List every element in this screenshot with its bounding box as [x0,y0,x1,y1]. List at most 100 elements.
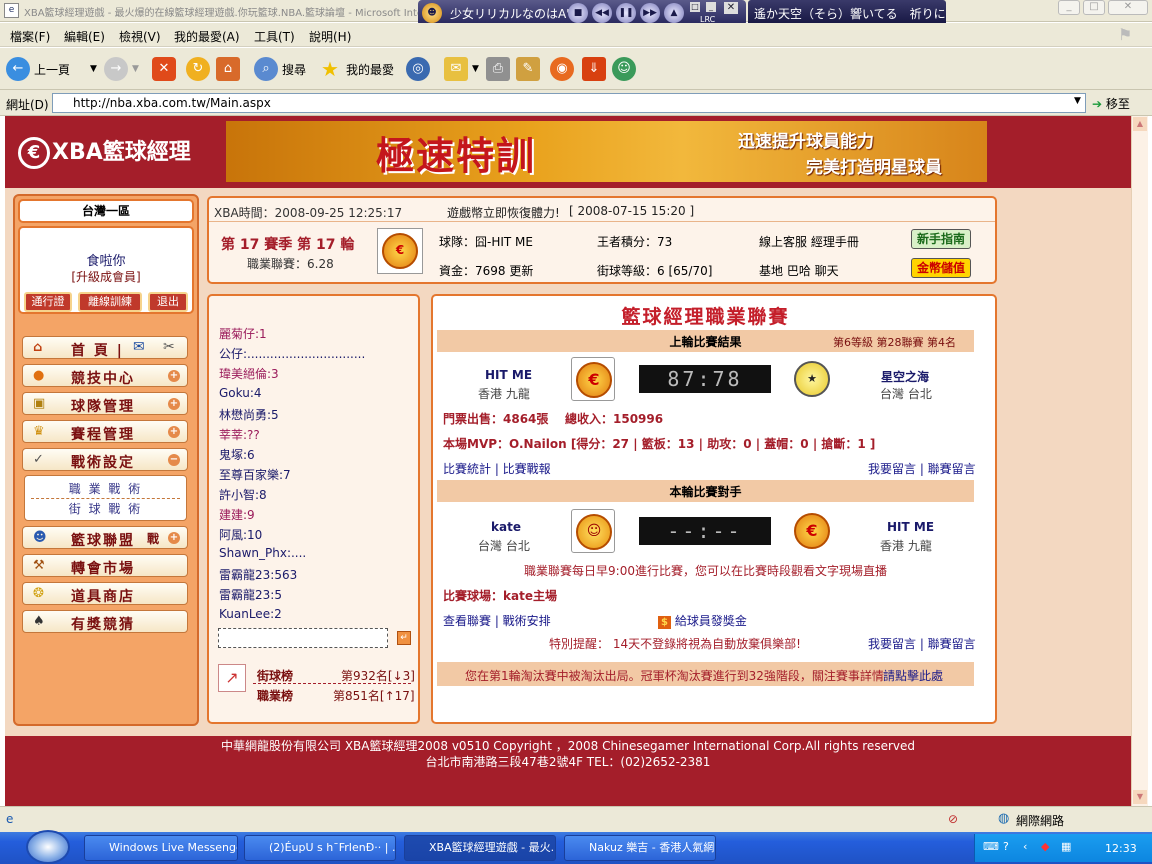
player-mini-button[interactable]: □ [690,2,700,12]
taskbar-item-xba[interactable]: XBA籃球經理遊戲 - 最火... [404,835,556,861]
nav-tactics-settings[interactable]: ✓ 戰術設定 − [22,448,188,471]
list-item[interactable]: KuanLee:2 [219,607,282,621]
list-item[interactable]: 瑋美絕倫:3 [219,365,279,382]
shell-button[interactable]: ◉ [550,56,578,82]
menu-tools[interactable]: 工具(T) [254,28,295,45]
menu-view[interactable]: 檢視(V) [119,28,161,45]
street-rank-label[interactable]: 街球榜 [257,667,293,684]
taskbar-item-chat[interactable]: (2)ÉupU s h¯FrIenÐ·· | ... [244,835,396,861]
player-minimize-button[interactable]: _ [706,2,716,12]
expand-icon[interactable]: + [168,398,180,410]
offline-training-button[interactable]: 離線訓練 [78,292,142,312]
clock[interactable]: 12:33 [1105,842,1137,855]
search-button[interactable]: ⌕ 搜尋 [254,56,306,82]
nav-prize-quiz[interactable]: ♠ 有獎競猜 [22,610,188,633]
service-links[interactable]: 線上客服 經理手冊 [759,233,859,250]
network-icon[interactable]: ▦ [1061,840,1071,853]
list-item[interactable]: Goku:4 [219,386,262,400]
maximize-button[interactable]: □ [1083,0,1105,15]
scroll-down-icon[interactable]: ▼ [1133,790,1147,804]
mail-icon[interactable]: ✉ [133,339,147,355]
team-name[interactable]: 球隊：囧-HIT ME [439,233,533,250]
list-item[interactable]: 至尊百家樂:7 [219,466,291,483]
go-button[interactable]: ➔ 移至 [1092,95,1130,112]
next-home-team-name[interactable]: kate [491,520,521,534]
antivirus-icon[interactable]: ◆ [1041,840,1049,853]
edit-button[interactable]: ✎ [516,56,544,82]
list-item[interactable]: Shawn_Phx:.... [219,546,306,560]
back-button[interactable]: ← 上一頁 ▼ [6,56,97,82]
print-button[interactable]: ⎙ [486,56,514,82]
nav-schedule-management[interactable]: ♛ 賽程管理 + [22,420,188,443]
menu-file[interactable]: 檔案(F) [10,28,50,45]
prev-icon[interactable]: ◀◀ [592,3,612,23]
forward-button[interactable]: → ▼ [104,56,139,82]
download-button[interactable]: ⇓ [582,56,610,82]
expand-icon[interactable]: + [168,426,180,438]
menu-favorites[interactable]: 我的最愛(A) [174,28,240,45]
funds[interactable]: 資金：7698 更新 [439,262,533,279]
stop-icon[interactable]: ■ [568,3,588,23]
nav-team-management[interactable]: ▣ 球隊管理 + [22,392,188,415]
passport-button[interactable]: 通行證 [24,292,72,312]
nav-item-shop[interactable]: ❂ 道具商店 [22,582,188,605]
vertical-scrollbar[interactable]: ▲ ▼ [1131,116,1148,806]
match-stats-links[interactable]: 比賽統計 | 比賽戰報 [443,460,551,477]
scroll-up-icon[interactable]: ▲ [1133,117,1147,131]
keyboard-icon[interactable]: ⌨ [983,840,999,853]
list-item[interactable]: 雷霸龍23:563 [219,566,297,583]
bonus-link[interactable]: $ 給球員發獎金 [658,612,747,629]
expand-icon[interactable]: + [168,370,180,382]
list-item[interactable]: 公仔:............................... [219,345,365,362]
next-away-team-name[interactable]: HIT ME [887,520,934,534]
popup-blocker-icon[interactable]: ⊘ [948,812,958,826]
nav-transfer-market[interactable]: ⚒ 轉會市場 [22,554,188,577]
upgrade-member-link[interactable]: [升級成會員] [20,268,192,285]
minimize-button[interactable]: _ [1058,0,1080,15]
close-button[interactable]: ✕ [1108,0,1148,15]
taskbar-item-nakuz[interactable]: Nakuz 樂吉 - 香港人氣網... [564,835,716,861]
back-dropdown-icon[interactable]: ▼ [90,64,97,74]
collapse-icon[interactable]: − [168,454,180,466]
chat-input[interactable] [218,628,388,648]
list-item[interactable]: 許小智:8 [219,486,267,503]
taskbar-item-messenger[interactable]: Windows Live Messenger [84,835,238,861]
site-logo[interactable]: € XBA籃球經理 [18,134,191,169]
forward-dropdown-icon[interactable]: ▼ [132,64,139,74]
stop-button[interactable]: ✕ [152,56,180,82]
notice-text[interactable]: 遊戲幣立即恢復體力! [447,204,560,221]
nav-basketball-league[interactable]: ☻ 籃球聯盟 戰 + [22,526,188,549]
community-links[interactable]: 基地 巴哈 聊天 [759,262,839,279]
logout-button[interactable]: 退出 [148,292,188,312]
pro-tactics-link[interactable]: 職 業 戰 術 [25,480,186,497]
away-team-name[interactable]: 星空之海 [881,368,929,385]
home-team-name[interactable]: HIT ME [485,368,532,382]
list-item[interactable]: 莘莘:?? [219,426,260,443]
tools-icon[interactable]: ✂ [163,339,177,355]
home-button[interactable]: ⌂ [216,56,244,82]
message-links-2[interactable]: 我要留言 | 聯賽留言 [868,635,976,652]
media-button[interactable]: ◎ [406,56,434,82]
nav-competition-center[interactable]: ● 競技中心 + [22,364,188,387]
last-match-score[interactable]: 87:78 [639,365,771,393]
cup-details-link[interactable]: 請點擊此處 [883,667,943,684]
address-input[interactable]: http://nba.xba.com.tw/Main.aspx [52,93,1086,113]
start-button[interactable] [26,830,70,864]
address-dropdown-icon[interactable]: ▼ [1074,96,1081,106]
player-close-button[interactable]: ✕ [724,2,738,14]
refresh-button[interactable]: ↻ [186,56,214,82]
eject-icon[interactable]: ▲ [664,3,684,23]
list-item[interactable]: 雷霸龍23:5 [219,586,282,603]
favorites-button[interactable]: ★ 我的最愛 [318,56,394,82]
gold-topup-button[interactable]: 金幣儲值 [911,258,971,278]
expand-icon[interactable]: + [168,532,180,544]
help-icon[interactable]: ? [1003,840,1009,853]
nav-home[interactable]: ⌂ 首 頁 | ✉ ✂ [22,336,188,359]
beginner-guide-button[interactable]: 新手指南 [911,229,971,249]
list-item[interactable]: 鬼塚:6 [219,446,255,463]
collapse-tray-icon[interactable]: ‹ [1023,840,1027,853]
mail-button[interactable]: ✉ ▼ [444,56,479,82]
street-tactics-link[interactable]: 街 球 戰 術 [25,500,186,517]
pause-icon[interactable]: ❚❚ [616,3,636,23]
list-item[interactable]: 麗菊仔:1 [219,325,267,342]
